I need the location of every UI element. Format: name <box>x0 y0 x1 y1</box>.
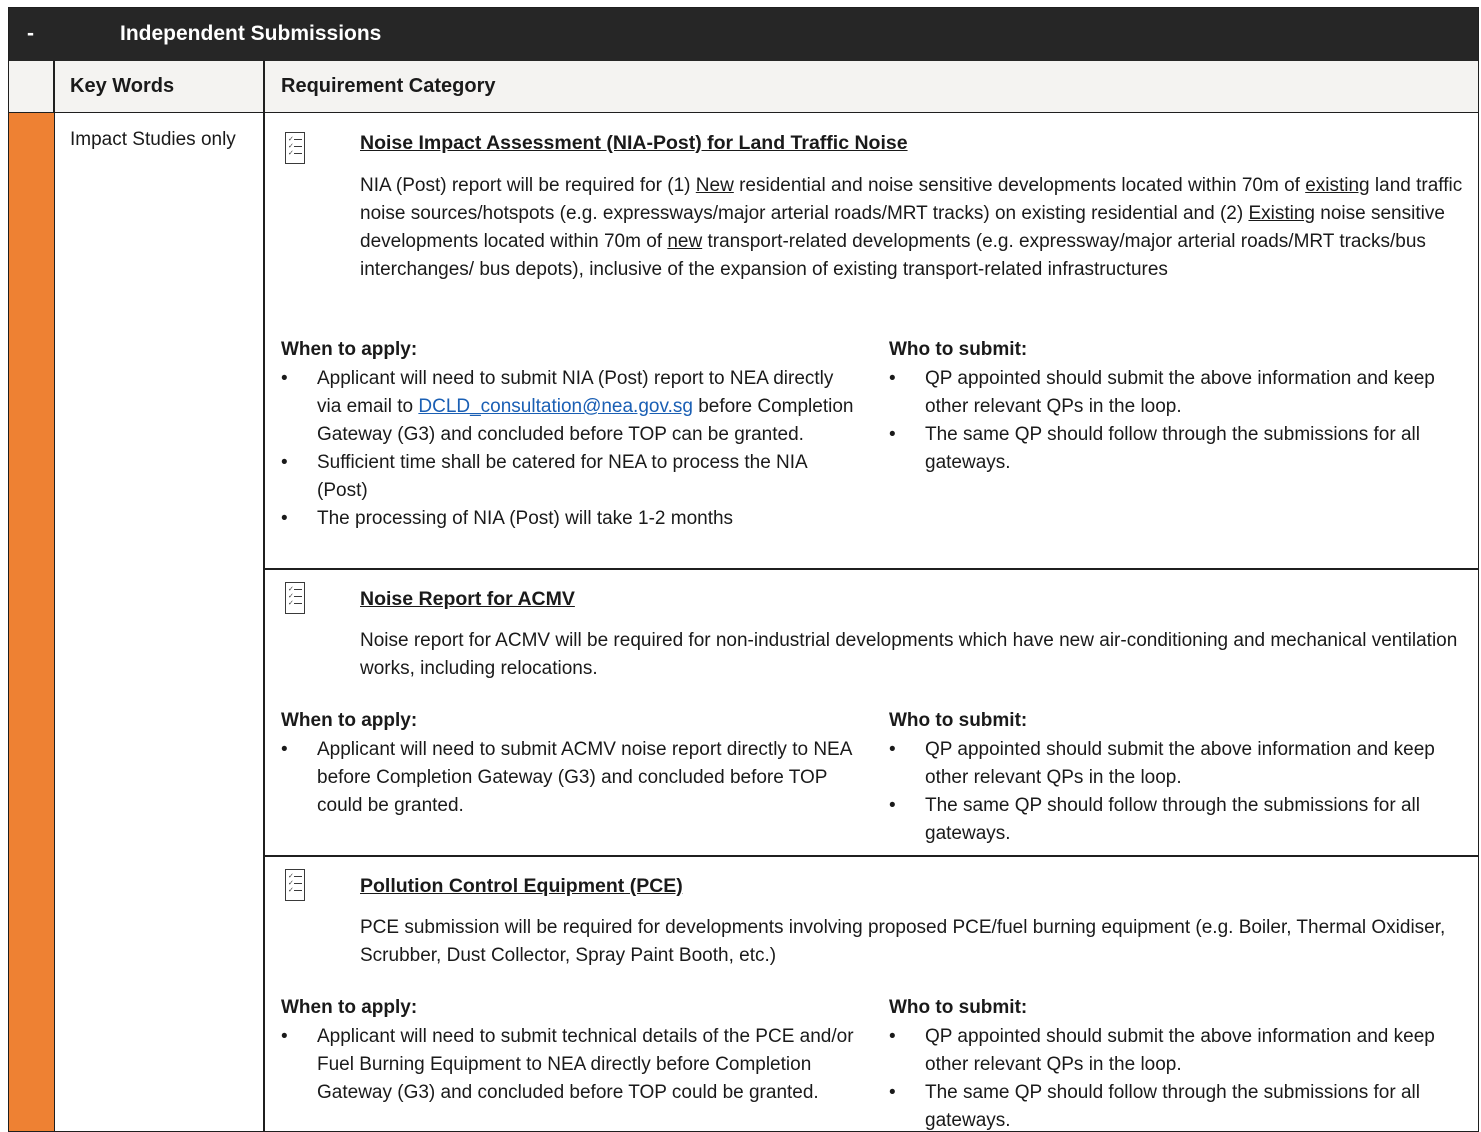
email-link[interactable]: DCLD_consultation@nea.gov.sg <box>418 396 693 417</box>
keywords-cell: Impact Studies only <box>70 129 236 150</box>
when-to-apply-list: • Applicant will need to submit NIA (Post… <box>281 365 861 533</box>
list-item: • Applicant will need to submit NIA (Post… <box>281 368 854 445</box>
when-to-apply-heading: When to apply: <box>281 710 418 731</box>
requirement-description: PCE submission will be required for deve… <box>360 917 1446 966</box>
when-to-apply-heading: When to apply: <box>281 339 418 360</box>
section-title: Independent Submissions <box>120 22 382 45</box>
list-item: • The processing of NIA (Post) will take … <box>281 508 734 529</box>
list-item: • Sufficient time shall be catered for NE… <box>281 452 807 501</box>
list-item: • The same QP should follow through the s… <box>889 424 1420 473</box>
when-to-apply-list: • Applicant will need to submit ACMV nois… <box>281 736 861 820</box>
checklist-icon: ✓ ✓ ✓ <box>285 582 305 614</box>
when-to-apply-heading: When to apply: <box>281 997 418 1018</box>
who-to-submit-list: • QP appointed should submit the above in… <box>889 736 1454 848</box>
who-to-submit-heading: Who to submit: <box>889 339 1028 360</box>
checklist-icon: ✓ ✓ ✓ <box>285 869 305 901</box>
who-to-submit-heading: Who to submit: <box>889 710 1028 731</box>
collapse-toggle[interactable]: - <box>27 22 34 46</box>
who-to-submit-heading: Who to submit: <box>889 997 1028 1018</box>
requirement-description: NIA (Post) report will be required for (… <box>360 175 1463 280</box>
list-item: • Applicant will need to submit ACMV nois… <box>281 739 852 816</box>
column-header-requirement-category: Requirement Category <box>281 75 496 97</box>
who-to-submit-list: • QP appointed should submit the above in… <box>889 365 1454 477</box>
category-color-strip <box>9 113 54 1131</box>
requirement-title: Noise Impact Assessment (NIA-Post) for L… <box>360 132 908 154</box>
who-to-submit-list: • QP appointed should submit the above in… <box>889 1023 1454 1131</box>
section-title-bar: - Independent Submissions <box>9 8 1478 61</box>
requirement-section: ✓ ✓ ✓ Noise Report for ACMV Noise report… <box>264 570 1478 844</box>
table-header-row: Key Words Requirement Category <box>9 61 1478 113</box>
list-item: • QP appointed should submit the above in… <box>889 1026 1435 1075</box>
list-item: • QP appointed should submit the above in… <box>889 368 1435 417</box>
checklist-icon: ✓ ✓ ✓ <box>285 132 305 164</box>
list-item: • The same QP should follow through the s… <box>889 1082 1420 1131</box>
requirement-section: ✓ ✓ ✓ Noise Impact Assessment (NIA-Post)… <box>264 113 1478 568</box>
requirement-section: ✓ ✓ ✓ Pollution Control Equipment (PCE) … <box>264 857 1478 1131</box>
requirement-title: Pollution Control Equipment (PCE) <box>360 875 683 897</box>
column-header-key-words: Key Words <box>70 75 175 97</box>
submissions-table: - Independent Submissions Key Words Requ… <box>8 7 1479 1132</box>
requirement-description: Noise report for ACMV will be required f… <box>360 630 1458 679</box>
list-item: • QP appointed should submit the above in… <box>889 739 1435 788</box>
list-item: • Applicant will need to submit technical… <box>281 1026 854 1103</box>
requirement-title: Noise Report for ACMV <box>360 588 575 610</box>
when-to-apply-list: • Applicant will need to submit technical… <box>281 1023 861 1107</box>
list-item: • The same QP should follow through the s… <box>889 795 1420 844</box>
